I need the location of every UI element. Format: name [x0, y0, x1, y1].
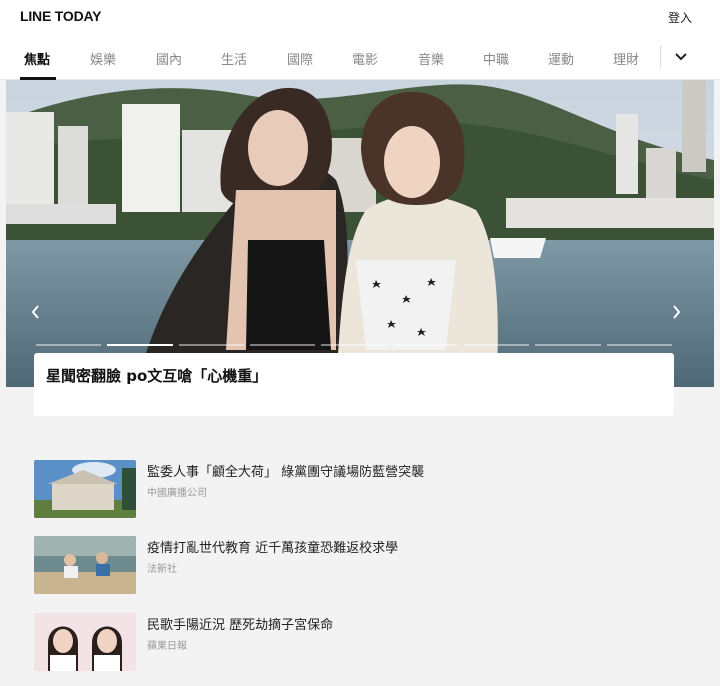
carousel-dot[interactable] — [249, 344, 316, 346]
carousel-next-button[interactable] — [670, 304, 682, 320]
news-thumbnail[interactable] — [34, 460, 136, 518]
carousel-dot[interactable] — [535, 344, 601, 346]
news-source: 中國廣播公司 — [147, 488, 207, 499]
carousel-dot[interactable] — [392, 344, 458, 346]
news-source: 蘋果日報 — [147, 641, 187, 652]
login-button[interactable]: 登入 — [668, 9, 692, 26]
carousel-indicators — [36, 344, 672, 346]
news-item[interactable]: 監委人事「顧全大荷」 綠黨團守議場防藍營突襲 中國廣播公司 — [34, 460, 674, 520]
tab-sports[interactable]: 運動 — [548, 49, 574, 68]
news-title[interactable]: 疫情打亂世代教育 近千萬孩童恐難返校求學 — [147, 537, 398, 556]
chevron-left-icon — [31, 305, 39, 319]
tab-divider — [660, 46, 661, 68]
featured-carousel[interactable] — [6, 80, 714, 387]
tab-cpbl[interactable]: 中職 — [483, 49, 509, 68]
carousel-dot[interactable] — [606, 344, 672, 346]
tab-life[interactable]: 生活 — [221, 49, 247, 68]
tab-international[interactable]: 國際 — [287, 49, 313, 68]
news-item[interactable]: 疫情打亂世代教育 近千萬孩童恐難返校求學 法新社 — [34, 536, 674, 596]
tab-domestic[interactable]: 國內 — [156, 49, 182, 68]
carousel-dot[interactable] — [36, 344, 102, 346]
carousel-dot[interactable] — [321, 344, 387, 346]
news-title[interactable]: 監委人事「顧全大荷」 綠黨團守議場防藍營突襲 — [147, 461, 424, 480]
news-item[interactable]: 民歌手陽近況 歷死劫摘子宮保命 蘋果日報 — [34, 613, 674, 673]
line-today-logo[interactable]: LINE TODAY — [20, 8, 101, 24]
tab-movies[interactable]: 電影 — [352, 49, 378, 68]
tab-finance[interactable]: 理財 — [613, 49, 639, 68]
category-tabs: 焦點 娛樂 國內 生活 國際 電影 音樂 中職 運動 理財 — [0, 34, 720, 80]
more-tabs-button[interactable] — [672, 48, 690, 66]
tab-music[interactable]: 音樂 — [418, 49, 444, 68]
news-source: 法新社 — [147, 564, 177, 575]
featured-image — [6, 80, 714, 387]
news-title[interactable]: 民歌手陽近況 歷死劫摘子宮保命 — [147, 614, 333, 633]
carousel-dot[interactable] — [178, 344, 244, 346]
carousel-dot-active[interactable] — [107, 344, 173, 346]
tab-focus[interactable]: 焦點 — [24, 49, 50, 68]
carousel-prev-button[interactable] — [30, 304, 42, 320]
featured-headline[interactable]: 星聞密翻臉 po文互嗆「心機重」 — [46, 365, 267, 386]
news-thumbnail[interactable] — [34, 613, 136, 671]
news-thumbnail[interactable] — [34, 536, 136, 594]
tab-entertainment[interactable]: 娛樂 — [90, 49, 116, 68]
carousel-dot[interactable] — [463, 344, 530, 346]
chevron-right-icon — [673, 305, 681, 319]
chevron-down-icon — [675, 53, 687, 61]
top-bar: LINE TODAY 登入 — [0, 0, 720, 34]
featured-headline-card[interactable]: 星聞密翻臉 po文互嗆「心機重」 — [34, 353, 674, 416]
